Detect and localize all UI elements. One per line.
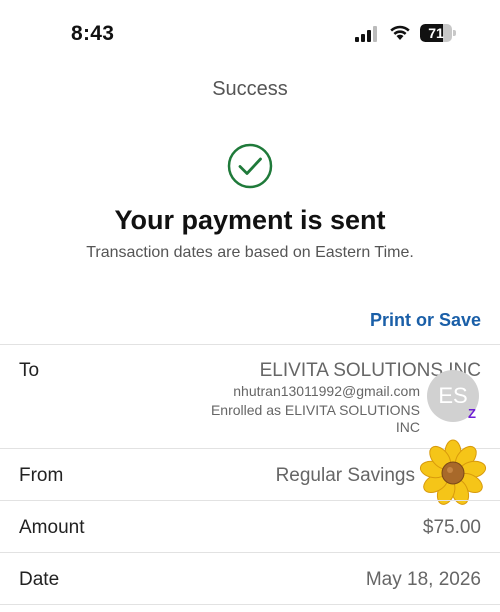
status-time: 8:43 [71, 22, 115, 45]
timezone-note: Transaction dates are based on Eastern T… [86, 244, 414, 261]
signal-icon [355, 26, 377, 42]
recipient-enrolled-line1: Enrolled as ELIVITA SOLUTIONS [210, 402, 420, 418]
divider [0, 344, 500, 345]
battery-icon: 71 [420, 24, 456, 42]
wifi-icon [390, 25, 410, 40]
print-or-save-link[interactable]: Print or Save [370, 310, 481, 331]
divider [0, 604, 500, 605]
battery-level: 71 [428, 25, 444, 41]
recipient-email: nhutran13011992@gmail.com [233, 383, 420, 399]
flower-sticker [419, 439, 487, 505]
status-bar: 8:43 71 [0, 0, 500, 66]
divider [0, 552, 500, 553]
from-account: Regular Savings [275, 465, 415, 486]
amount-value: $75.00 [422, 517, 481, 538]
date-value: May 18, 2026 [365, 569, 481, 590]
confirmation-headline: Your payment is sent [114, 205, 386, 235]
checkmark-circle-icon [227, 143, 273, 189]
date-label: Date [19, 569, 60, 590]
recipient-enrolled-line2: INC [395, 419, 420, 435]
to-label: To [19, 360, 40, 381]
page-title: Success [212, 78, 288, 100]
from-label: From [19, 465, 64, 486]
zelle-icon: Z [468, 406, 476, 421]
amount-label: Amount [19, 517, 85, 538]
divider [0, 500, 500, 501]
